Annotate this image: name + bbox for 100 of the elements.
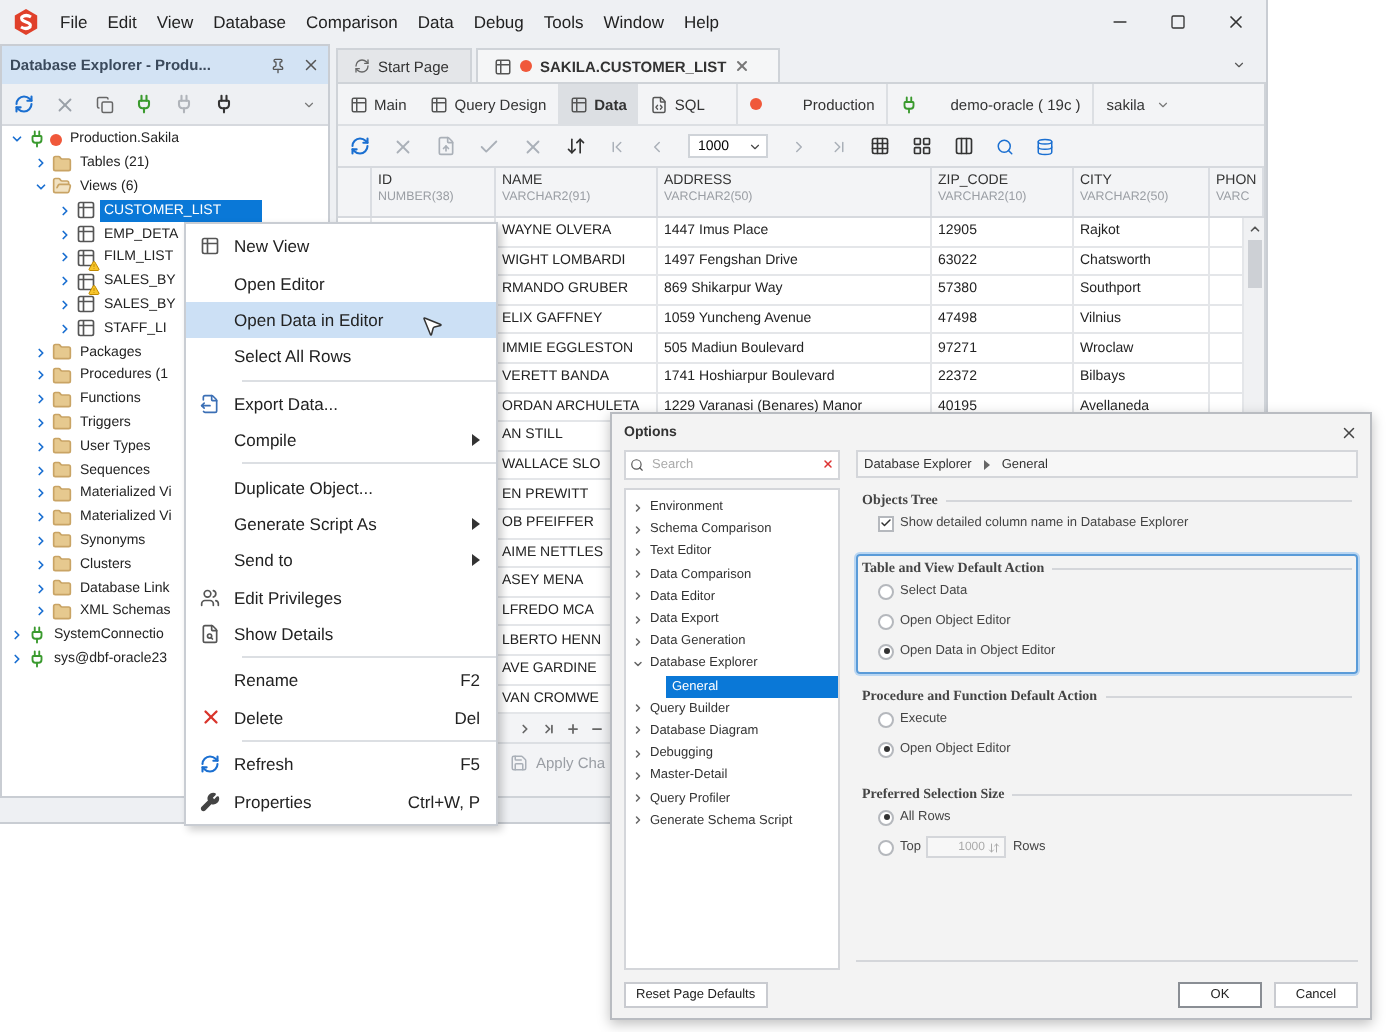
expand-toggle[interactable] [34,604,48,619]
expand-toggle[interactable] [34,486,48,501]
close-icon[interactable] [1340,423,1358,441]
columns-icon[interactable] [954,136,974,156]
grid-icon[interactable] [870,136,890,156]
expand-toggle[interactable] [632,590,644,603]
folder-icon [52,460,72,481]
menu-item[interactable]: Generate Script As [186,505,496,543]
menu-item[interactable]: Data [417,10,454,34]
expand-toggle[interactable] [10,651,24,666]
folder-icon [52,412,72,433]
menu-item[interactable]: View [156,10,194,34]
dropdown-icon[interactable] [1232,58,1246,72]
expand-toggle[interactable] [632,501,644,514]
expand-toggle[interactable] [34,463,48,478]
radio-button[interactable] [878,643,894,659]
database-icon[interactable] [1036,137,1054,155]
expand-toggle[interactable] [34,557,48,572]
expand-toggle[interactable] [10,628,24,643]
menu-item[interactable]: Comparison [306,10,398,34]
expand-toggle[interactable] [632,568,644,581]
expand-toggle[interactable] [632,747,644,760]
scrollbar-thumb[interactable] [1247,240,1261,288]
card-view-icon[interactable] [912,136,932,156]
expand-toggle[interactable] [34,415,48,430]
expand-toggle[interactable] [34,439,48,454]
dropdown-icon[interactable] [302,97,316,111]
radio-button[interactable] [878,809,894,825]
expand-toggle[interactable] [58,321,72,336]
refresh-icon[interactable] [14,94,34,114]
expand-toggle[interactable] [632,523,644,536]
expand-toggle[interactable] [58,227,72,242]
table-icon [570,95,589,113]
expand-toggle[interactable] [58,297,72,312]
radio-button[interactable] [878,839,894,855]
expand-toggle[interactable] [632,792,644,805]
expand-toggle[interactable] [632,635,644,648]
expand-toggle[interactable] [10,132,24,147]
menu-item[interactable]: Open Editor [186,264,496,302]
expand-toggle[interactable] [632,545,644,558]
menu-item[interactable]: Rename F2 [186,662,496,700]
menu-item[interactable]: Open Data in Editor [186,301,496,339]
menu-item[interactable]: Database [213,10,287,34]
check-icon[interactable] [478,135,500,157]
next-icon[interactable] [518,721,532,736]
expand-toggle[interactable] [34,533,48,548]
refresh-icon[interactable] [350,136,370,156]
menu-item[interactable]: File [60,10,88,34]
menu-item[interactable]: Window [603,10,664,34]
menu-item[interactable]: Edit [107,10,137,34]
menu-item[interactable]: Export Data... [186,385,496,422]
expand-toggle[interactable] [58,203,72,218]
dropdown-icon[interactable] [1156,97,1171,111]
expand-toggle[interactable] [632,814,644,827]
scroll-up-icon[interactable] [1247,222,1261,236]
expand-toggle[interactable] [34,368,48,383]
radio-button[interactable] [878,741,894,757]
radio-button[interactable] [878,613,894,629]
expand-toggle[interactable] [632,769,644,782]
menu-item[interactable]: New View [186,228,496,265]
folder-icon [52,554,72,575]
expand-toggle[interactable] [58,274,72,289]
menu-item[interactable]: Delete Del [186,699,496,737]
expand-toggle[interactable] [632,657,644,670]
radio-button[interactable] [878,711,894,727]
menu-item[interactable]: Compile [186,421,496,459]
expand-toggle[interactable] [632,613,644,626]
menu-item[interactable]: Select All Rows [186,338,496,376]
copy-icon[interactable] [96,95,114,113]
clear-icon[interactable] [822,458,834,470]
add-icon[interactable] [566,721,580,736]
menu-item[interactable]: Send to [186,542,496,580]
menu-item[interactable]: Show Details [186,615,496,653]
expand-toggle[interactable] [34,510,48,525]
maximize-icon[interactable] [1170,14,1186,30]
menu-item[interactable]: Edit Privileges [186,579,496,616]
menu-item[interactable]: Help [683,10,719,34]
expand-toggle[interactable] [34,156,48,171]
close-icon[interactable] [302,56,320,74]
expand-toggle[interactable] [34,581,48,596]
expand-toggle[interactable] [34,345,48,360]
expand-toggle[interactable] [34,392,48,407]
menu-item[interactable]: Debug [473,10,524,34]
menu-item[interactable]: Tools [543,10,584,34]
menu-item[interactable]: Duplicate Object... [186,468,496,506]
close-icon[interactable] [1226,12,1246,32]
last-icon[interactable] [542,721,556,736]
search-icon[interactable] [996,137,1014,155]
expand-toggle[interactable] [34,179,48,194]
expand-toggle[interactable] [632,724,644,737]
menu-item[interactable]: Refresh F5 [186,746,496,783]
expand-toggle[interactable] [632,702,644,715]
view-icon [76,247,96,268]
pin-icon[interactable] [270,57,286,73]
checkbox[interactable] [878,515,894,531]
menu-item[interactable]: Properties Ctrl+W, P [186,782,496,820]
expand-toggle[interactable] [58,250,72,265]
plug-icon[interactable] [214,94,234,114]
radio-button[interactable] [878,583,894,599]
delete-icon [199,706,221,729]
